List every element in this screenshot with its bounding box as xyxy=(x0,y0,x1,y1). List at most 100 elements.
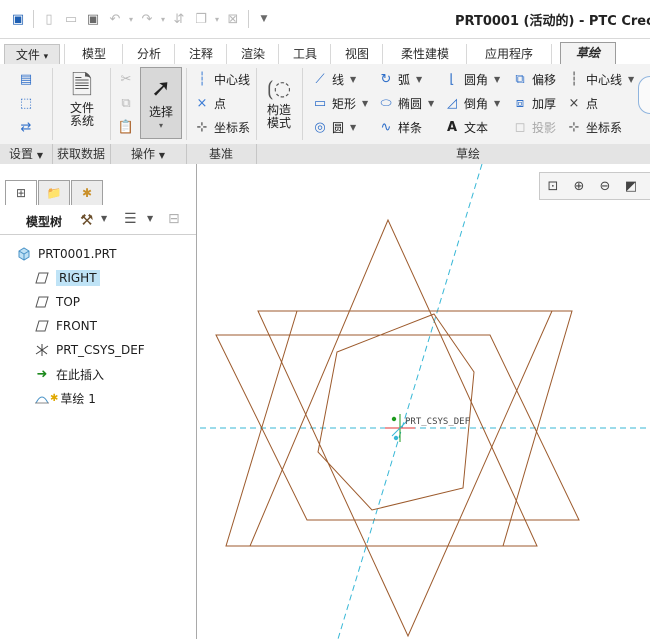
sketch-spline-button[interactable]: ∿ 样条 xyxy=(378,116,422,138)
redo-dropdown-icon[interactable]: ▾ xyxy=(159,9,167,29)
separator xyxy=(248,10,249,28)
tab-flexible-modeling[interactable]: 柔性建模 xyxy=(382,44,467,64)
tree-item-part[interactable]: PRT0001.PRT xyxy=(16,244,116,264)
title-bar: ▣ ▯ ▭ ▣ ↶ ▾ ↷ ▾ ⇵ ❐ ▾ ⊠ ▼ PRT0001 (活动的) … xyxy=(0,0,650,39)
sketch-line-button[interactable]: ⟋ 线 ▼ xyxy=(312,68,356,90)
tab-folder-browser[interactable]: 📁 xyxy=(38,180,70,205)
inclined-centerline[interactable] xyxy=(337,164,483,639)
tree-settings-icon[interactable]: ⚒ xyxy=(80,211,93,229)
redo-icon[interactable]: ↷ xyxy=(137,9,157,29)
tab-file[interactable]: 文件 ▾ xyxy=(4,44,60,65)
sketch-setup-button[interactable]: ▤ xyxy=(18,68,34,90)
references-button[interactable]: ⬚ xyxy=(18,92,34,114)
tab-render[interactable]: 渲染 xyxy=(226,44,279,64)
quick-access-toolbar: ▣ ▯ ▭ ▣ ↶ ▾ ↷ ▾ ⇵ ❐ ▾ ⊠ ▼ xyxy=(8,9,274,29)
show-filter-icon[interactable]: ☰ xyxy=(124,211,137,227)
csys-origin-point xyxy=(393,435,399,441)
navigator-panel: ⊞ 📁 ✱ 模型树 ⚒ ▼ ☰ ▼ ⊟ PRT0001.PRT RIGHT TO… xyxy=(0,164,197,639)
tree-item-insert-here[interactable]: ➜ 在此插入 xyxy=(34,364,104,384)
tree-item-front[interactable]: FRONT xyxy=(34,316,97,336)
file-system-label-2: 系统 xyxy=(69,114,94,128)
sketch-thicken-button[interactable]: ⧈ 加厚 xyxy=(512,92,556,114)
tab-model-tree[interactable]: ⊞ xyxy=(5,180,37,205)
inner-hexagon[interactable] xyxy=(317,313,475,511)
sketch-canvas[interactable]: PRT_CSYS_DEF xyxy=(197,164,650,639)
repaint-icon[interactable]: ◩ xyxy=(621,176,641,196)
sketch-chamfer-button[interactable]: ◿ 倒角 ▼ xyxy=(444,92,500,114)
save-icon[interactable]: ▣ xyxy=(83,9,103,29)
sketch-offset-button[interactable]: ⧉ 偏移 xyxy=(512,68,556,90)
regenerate-icon[interactable]: ⇵ xyxy=(169,9,189,29)
chevron-down-icon[interactable]: ▼ xyxy=(350,75,356,84)
chevron-down-icon[interactable]: ▼ xyxy=(494,99,500,108)
tab-sketch[interactable]: 草绘 xyxy=(560,42,616,66)
chevron-down-icon[interactable]: ▼ xyxy=(494,75,500,84)
tab-view[interactable]: 视图 xyxy=(330,44,383,64)
group-setup[interactable]: 设置 ▼ xyxy=(0,144,53,164)
sketch-rectangle-button[interactable]: ▭ 矩形 ▼ xyxy=(312,92,368,114)
tab-analysis[interactable]: 分析 xyxy=(122,44,175,64)
tree-item-sketch[interactable]: ✱ 草绘 1 xyxy=(34,388,96,408)
datum-point-button[interactable]: × 点 xyxy=(194,92,226,114)
chevron-down-icon[interactable]: ▼ xyxy=(101,214,107,223)
chevron-down-icon[interactable]: ▼ xyxy=(350,123,356,132)
datum-csys-button[interactable]: ⊹ 坐标系 xyxy=(194,116,250,138)
model-tree-title: 模型树 xyxy=(26,215,63,229)
sketch-fillet-label: 圆角 xyxy=(464,72,489,87)
undo-icon[interactable]: ↶ xyxy=(105,9,125,29)
app-menu-icon[interactable]: ▣ xyxy=(8,9,28,29)
sketch-text-button[interactable]: A 文本 xyxy=(444,116,488,138)
sketch-circle-button[interactable]: ◎ 圆 ▼ xyxy=(312,116,356,138)
tab-tools[interactable]: 工具 xyxy=(278,44,331,64)
sketch-rectangle-label: 矩形 xyxy=(332,96,357,111)
customize-toolbar-icon[interactable]: ▼ xyxy=(254,9,274,29)
tree-item-csys[interactable]: PRT_CSYS_DEF xyxy=(34,340,145,360)
sketch-csys-button[interactable]: ⊹ 坐标系 xyxy=(566,116,622,138)
chevron-down-icon[interactable]: ▼ xyxy=(428,99,434,108)
sketch-project-button[interactable]: ◻ 投影 xyxy=(512,116,556,138)
datum-centerline-button[interactable]: ┆ 中心线 xyxy=(194,68,250,90)
copy-button[interactable]: ⧉ xyxy=(118,92,134,114)
triangle-up[interactable] xyxy=(249,218,538,547)
sketch-ellipse-button[interactable]: ⬭ 椭圆 ▼ xyxy=(378,92,434,114)
sketch-csys-label: 坐标系 xyxy=(586,120,623,135)
zoom-out-icon[interactable]: ⊖ xyxy=(595,176,615,196)
paste-button[interactable]: 📋 xyxy=(118,116,134,138)
sketch-point-button[interactable]: × 点 xyxy=(566,92,598,114)
tab-applications[interactable]: 应用程序 xyxy=(466,44,552,64)
sketch-fillet-button[interactable]: ⌊ 圆角 ▼ xyxy=(444,68,500,90)
tree-item-top[interactable]: TOP xyxy=(34,292,80,312)
tab-annotate[interactable]: 注释 xyxy=(174,44,227,64)
group-operations[interactable]: 操作 ▼ xyxy=(110,144,187,164)
graphics-area[interactable]: PRT_CSYS_DEF xyxy=(197,164,650,639)
triangle-down[interactable] xyxy=(257,310,553,638)
favorites-icon: ✱ xyxy=(81,186,93,200)
sketch-spline-label: 样条 xyxy=(398,120,423,135)
new-icon[interactable]: ▯ xyxy=(39,9,59,29)
windows-icon[interactable]: ❐ xyxy=(191,9,211,29)
select-button-content[interactable]: ➚ 选择 ▾ xyxy=(140,70,182,132)
chevron-down-icon[interactable]: ▼ xyxy=(362,99,368,108)
chevron-down-icon[interactable]: ▼ xyxy=(628,75,634,84)
tab-favorites[interactable]: ✱ xyxy=(71,180,103,205)
group-datum: 基准 xyxy=(186,144,257,164)
overflow-circle-icon[interactable] xyxy=(638,76,650,114)
tree-item-right[interactable]: RIGHT xyxy=(34,268,100,288)
tab-model[interactable]: 模型 xyxy=(64,44,123,64)
chevron-down-icon[interactable]: ▼ xyxy=(147,214,153,223)
sketch-view-button[interactable]: ⇄ xyxy=(18,116,34,138)
close-window-icon[interactable]: ⊠ xyxy=(223,9,243,29)
zoom-in-icon[interactable]: ⊕ xyxy=(569,176,589,196)
undo-dropdown-icon[interactable]: ▾ xyxy=(127,9,135,29)
csys-origin-point[interactable] xyxy=(391,416,397,422)
open-icon[interactable]: ▭ xyxy=(61,9,81,29)
sketch-arc-button[interactable]: ↻ 弧 ▼ xyxy=(378,68,423,90)
refit-icon[interactable]: ⊡ xyxy=(543,176,563,196)
cut-button[interactable]: ✂ xyxy=(118,68,134,90)
construction-mode-button[interactable]: ⟮◌ 构造 模式 xyxy=(262,72,296,130)
tree-columns-icon[interactable]: ⊟ xyxy=(168,211,180,227)
windows-dropdown-icon[interactable]: ▾ xyxy=(213,9,221,29)
sketch-centerline-button[interactable]: ┆ 中心线 ▼ xyxy=(566,68,634,90)
chevron-down-icon[interactable]: ▼ xyxy=(416,75,422,84)
file-system-button[interactable]: 🗎 文件 系统 xyxy=(62,70,102,128)
